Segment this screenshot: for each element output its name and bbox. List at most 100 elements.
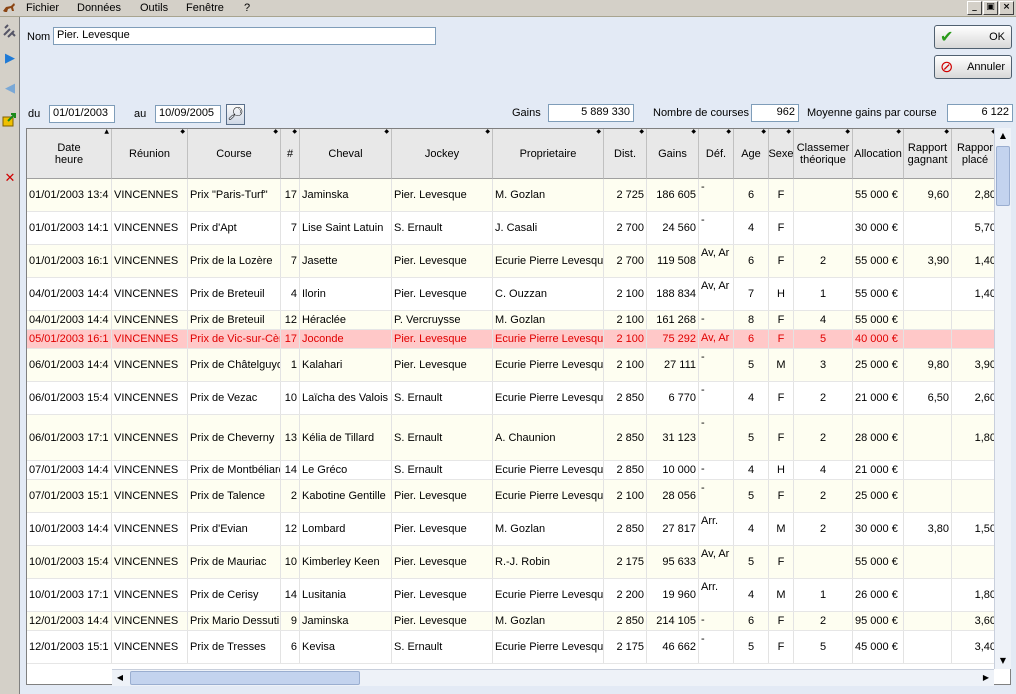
cell-age: 4 bbox=[734, 382, 769, 414]
cell-cheval: Lise Saint Latuin bbox=[300, 212, 392, 244]
table-row[interactable]: 10/01/2003 17:1 VINCENNES Prix de Cerisy 14… bbox=[27, 579, 1010, 612]
menu-fenetre[interactable]: Fenêtre bbox=[186, 2, 224, 14]
cell-rgagnant: 3,90 bbox=[904, 245, 952, 277]
column-header-sexe[interactable]: Sexe ◆ bbox=[769, 129, 794, 179]
cell-allocation: 30 000 € bbox=[853, 513, 904, 545]
cell-rplace: 3,40 bbox=[952, 631, 999, 663]
cell-jockey: Pier. Levesque bbox=[392, 278, 493, 310]
horizontal-scrollbar[interactable]: ◀ ▶ bbox=[112, 669, 994, 686]
export-icon[interactable] bbox=[2, 111, 18, 127]
gains-label: Gains bbox=[512, 107, 541, 119]
menu-outils[interactable]: Outils bbox=[140, 2, 168, 14]
cell-rgagnant bbox=[904, 546, 952, 578]
close-button[interactable]: × bbox=[999, 1, 1014, 15]
horizontal-scroll-thumb[interactable] bbox=[130, 671, 360, 685]
arrow-right-icon[interactable]: ▶ bbox=[2, 51, 18, 67]
cell-gains: 10 000 bbox=[647, 461, 699, 479]
menu-fichier[interactable]: Fichier bbox=[26, 2, 59, 14]
table-row[interactable]: 01/01/2003 16:1 VINCENNES Prix de la Lozèr… bbox=[27, 245, 1010, 278]
cell-proprietaire: A. Chaunion bbox=[493, 415, 604, 460]
column-header-label: Course bbox=[216, 147, 252, 160]
column-header-def[interactable]: Déf. ◆ bbox=[699, 129, 734, 179]
cell-rplace: 1,80 bbox=[952, 579, 999, 611]
table-row[interactable]: 06/01/2003 14:4 VINCENNES Prix de Châtelgu… bbox=[27, 349, 1010, 382]
table-row[interactable]: 07/01/2003 14:4 VINCENNES Prix de Montbéli… bbox=[27, 461, 1010, 480]
column-header-jockey[interactable]: Jockey ◆ bbox=[392, 129, 493, 179]
table-row[interactable]: 01/01/2003 13:4 VINCENNES Prix "Paris-Turf… bbox=[27, 179, 1010, 212]
column-header-allocation[interactable]: Allocation ◆ bbox=[853, 129, 904, 179]
cell-rgagnant bbox=[904, 461, 952, 479]
table-row[interactable]: 05/01/2003 16:1 VINCENNES Prix de Vic-sur-… bbox=[27, 330, 1010, 349]
column-header-gains[interactable]: Gains ◆ bbox=[647, 129, 699, 179]
column-header-rplace[interactable]: Rappor placé◆ bbox=[952, 129, 999, 179]
cell-rplace: 2,80 bbox=[952, 179, 999, 211]
ok-button[interactable]: ✔ OK bbox=[934, 25, 1012, 49]
table-row[interactable]: 10/01/2003 15:4 VINCENNES Prix de Mauriac 1… bbox=[27, 546, 1010, 579]
restore-button[interactable]: ▣ bbox=[983, 1, 998, 15]
cell-reunion: VINCENNES bbox=[112, 579, 188, 611]
delete-icon[interactable]: ✕ bbox=[2, 171, 18, 187]
minimize-button[interactable]: _ bbox=[967, 1, 982, 15]
cell-date: 12/01/2003 15:1 bbox=[27, 631, 112, 663]
cell-course: Prix de Châtelguyon bbox=[188, 349, 281, 381]
column-header-label: Dist. bbox=[614, 147, 636, 160]
column-header-age[interactable]: Age ◆ bbox=[734, 129, 769, 179]
vertical-scrollbar[interactable]: ▲ ▼ bbox=[994, 128, 1011, 669]
cell-proprietaire: Ecurie Pierre Levesque bbox=[493, 461, 604, 479]
menu-help[interactable]: ? bbox=[244, 2, 250, 14]
table-row[interactable]: 06/01/2003 15:4 VINCENNES Prix de Vezac 10 L… bbox=[27, 382, 1010, 415]
nom-label: Nom bbox=[27, 31, 51, 43]
cell-classer: 2 bbox=[794, 245, 853, 277]
cancel-button[interactable]: ⊘ Annuler bbox=[934, 55, 1012, 79]
table-row[interactable]: 10/01/2003 14:4 VINCENNES Prix d'Evian 12 Lo… bbox=[27, 513, 1010, 546]
column-header-label: Jockey bbox=[424, 147, 460, 160]
column-header-rgagnant[interactable]: Rapport gagnant ◆ bbox=[904, 129, 952, 179]
cell-dist: 2 850 bbox=[604, 513, 647, 545]
scroll-up-icon[interactable]: ▲ bbox=[995, 128, 1011, 144]
vertical-scroll-thumb[interactable] bbox=[996, 146, 1010, 206]
column-header-reunion[interactable]: Réunion ◆ bbox=[112, 129, 188, 179]
column-header-cheval[interactable]: Cheval ◆ bbox=[300, 129, 392, 179]
arrow-left-icon[interactable]: ◀ bbox=[2, 81, 18, 97]
cell-allocation: 45 000 € bbox=[853, 631, 904, 663]
cell-dist: 2 850 bbox=[604, 415, 647, 460]
table-row[interactable]: 07/01/2003 15:1 VINCENNES Prix de Talence 2… bbox=[27, 480, 1010, 513]
menu-donnees[interactable]: Données bbox=[77, 2, 121, 14]
date-from-input[interactable]: 01/01/2003 bbox=[49, 105, 115, 123]
cell-classer: 2 bbox=[794, 612, 853, 630]
table-row[interactable]: 12/01/2003 14:4 VINCENNES Prix Mario Dessu… bbox=[27, 612, 1010, 631]
column-header-date[interactable]: Date heure ▲ bbox=[27, 129, 112, 179]
scroll-left-icon[interactable]: ◀ bbox=[112, 670, 128, 686]
cell-date: 07/01/2003 14:4 bbox=[27, 461, 112, 479]
column-header-dist[interactable]: Dist. ◆ bbox=[604, 129, 647, 179]
cell-jockey: Pier. Levesque bbox=[392, 480, 493, 512]
date-to-input[interactable]: 10/09/2005 bbox=[155, 105, 221, 123]
column-header-num[interactable]: # ◆ bbox=[281, 129, 300, 179]
cell-rgagnant bbox=[904, 579, 952, 611]
cell-jockey: S. Ernault bbox=[392, 461, 493, 479]
sort-arrow-icon: ◆ bbox=[273, 129, 278, 135]
scroll-down-icon[interactable]: ▼ bbox=[995, 653, 1011, 669]
cell-rgagnant bbox=[904, 612, 952, 630]
table-row[interactable]: 04/01/2003 14:4 VINCENNES Prix de Breteuil… bbox=[27, 278, 1010, 311]
search-button[interactable]: 🔎︎ bbox=[226, 104, 245, 125]
cell-course: Prix de Montbéliard bbox=[188, 461, 281, 479]
cell-classer: 4 bbox=[794, 461, 853, 479]
sort-arrow-icon: ◆ bbox=[639, 129, 644, 135]
column-header-proprietaire[interactable]: Proprietaire ◆ bbox=[493, 129, 604, 179]
link-icon[interactable] bbox=[2, 23, 18, 39]
column-header-classer[interactable]: Classemer théorique ◆ bbox=[794, 129, 853, 179]
cell-classer: 1 bbox=[794, 579, 853, 611]
cell-date: 05/01/2003 16:1 bbox=[27, 330, 112, 348]
table-row[interactable]: 01/01/2003 14:1 VINCENNES Prix d'Apt 7 Lise … bbox=[27, 212, 1010, 245]
table-row[interactable]: 06/01/2003 17:1 VINCENNES Prix de Cheverny… bbox=[27, 415, 1010, 461]
column-header-course[interactable]: Course ◆ bbox=[188, 129, 281, 179]
scroll-right-icon[interactable]: ▶ bbox=[978, 670, 994, 686]
nb-courses-value: 962 bbox=[751, 104, 799, 122]
table-row[interactable]: 04/01/2003 14:4 VINCENNES Prix de Breteuil… bbox=[27, 311, 1010, 330]
nom-input[interactable]: Pier. Levesque bbox=[53, 27, 436, 45]
nb-courses-label: Nombre de courses bbox=[653, 107, 749, 119]
table-row[interactable]: 12/01/2003 15:1 VINCENNES Prix de Tresses 6… bbox=[27, 631, 1010, 664]
cell-age: 5 bbox=[734, 349, 769, 381]
cell-age: 6 bbox=[734, 612, 769, 630]
